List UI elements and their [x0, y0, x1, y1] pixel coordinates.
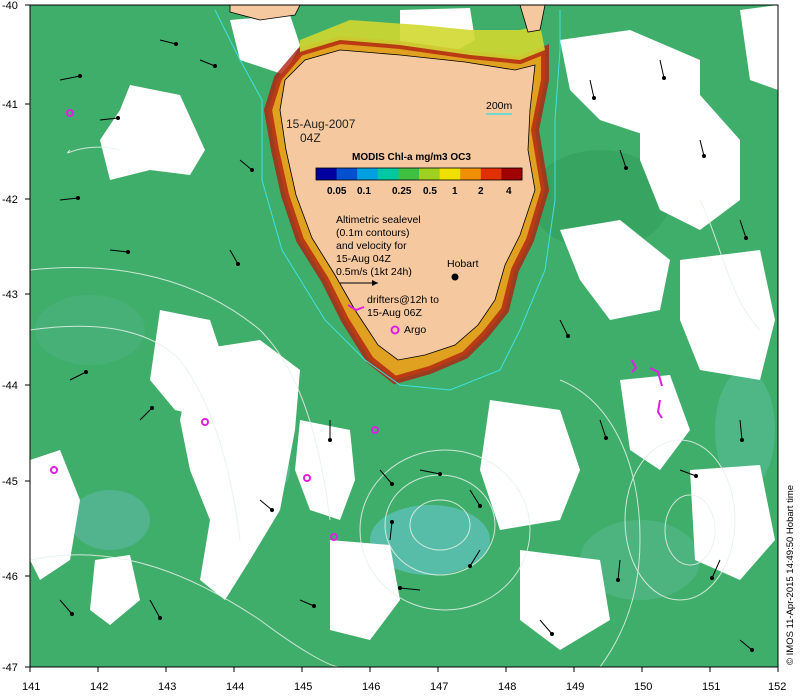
altimetry-line: 15-Aug 04Z	[336, 253, 391, 265]
altimetry-line: and velocity for	[336, 240, 407, 252]
colorbar-tick: 4	[506, 186, 512, 197]
x-tick-label: 149	[566, 681, 584, 693]
x-tick-label: 150	[634, 681, 652, 693]
y-tick-label: -45	[2, 476, 18, 488]
colorbar-title: MODIS Chl-a mg/m3 OC3	[352, 152, 471, 163]
x-tick-label: 146	[362, 681, 380, 693]
x-tick-label: 142	[90, 681, 108, 693]
colorbar-tick: 1	[452, 186, 458, 197]
drifters-line: drifters@12h to	[367, 294, 439, 306]
x-tick-label: 147	[430, 681, 448, 693]
x-tick-label: 141	[22, 681, 40, 693]
y-tick-label: -44	[2, 380, 18, 392]
altimetry-line: (0.1m contours)	[336, 227, 410, 239]
colorbar-cell	[336, 168, 358, 180]
colorbar-cells	[316, 168, 523, 180]
colorbar-cell	[316, 168, 338, 180]
x-tick-label: 148	[498, 681, 516, 693]
colorbar-cell	[439, 168, 461, 180]
y-tick-label: -40	[2, 0, 18, 12]
date-label-line2: 04Z	[300, 131, 321, 145]
argo-label: Argo	[404, 324, 426, 336]
colorbar-cell	[480, 168, 502, 180]
map-plot-area: 15-Aug-2007 04Z 200m MODIS Chl-a mg/m3 O…	[30, 5, 778, 667]
credit-label: © IMOS 11-Apr-2015 14:49:50 Hobart time	[785, 485, 796, 665]
colorbar-cell	[419, 168, 441, 180]
y-tick-label: -43	[2, 289, 18, 301]
colorbar-cell	[377, 168, 399, 180]
hobart-label: Hobart	[447, 258, 479, 270]
altimetry-line: 0.5m/s (1kt 24h)	[336, 266, 412, 278]
chlorophyll-map-figure: 15-Aug-2007 04Z 200m MODIS Chl-a mg/m3 O…	[2, 0, 796, 693]
x-tick-label: 143	[158, 681, 176, 693]
x-axis: 141 142 143 144 145 146 147 148 149 150 …	[22, 667, 786, 693]
colorbar-tick: 0.25	[392, 186, 412, 197]
colorbar-cell	[357, 168, 379, 180]
x-tick-label: 144	[226, 681, 244, 693]
y-tick-label: -42	[2, 194, 18, 206]
hobart-marker	[451, 273, 459, 281]
y-tick-label: -41	[2, 99, 18, 111]
colorbar-cell	[460, 168, 482, 180]
y-axis: -40 -41 -42 -43 -44 -45 -46 -47	[2, 0, 30, 674]
colorbar-tick: 0.05	[327, 186, 347, 197]
colorbar-cell	[501, 168, 523, 180]
altimetry-line: Altimetric sealevel	[336, 214, 421, 226]
x-tick-label: 151	[702, 681, 720, 693]
x-tick-label: 152	[768, 681, 786, 693]
x-tick-label: 145	[294, 681, 312, 693]
drifters-line: 15-Aug 06Z	[367, 307, 422, 319]
y-tick-label: -47	[2, 662, 18, 674]
date-label-line1: 15-Aug-2007	[286, 117, 356, 131]
depth-label: 200m	[486, 100, 513, 112]
colorbar-cell	[398, 168, 420, 180]
colorbar-tick: 0.1	[357, 186, 371, 197]
colorbar-tick: 0.5	[423, 186, 437, 197]
colorbar-tick: 2	[478, 186, 484, 197]
y-tick-label: -46	[2, 571, 18, 583]
